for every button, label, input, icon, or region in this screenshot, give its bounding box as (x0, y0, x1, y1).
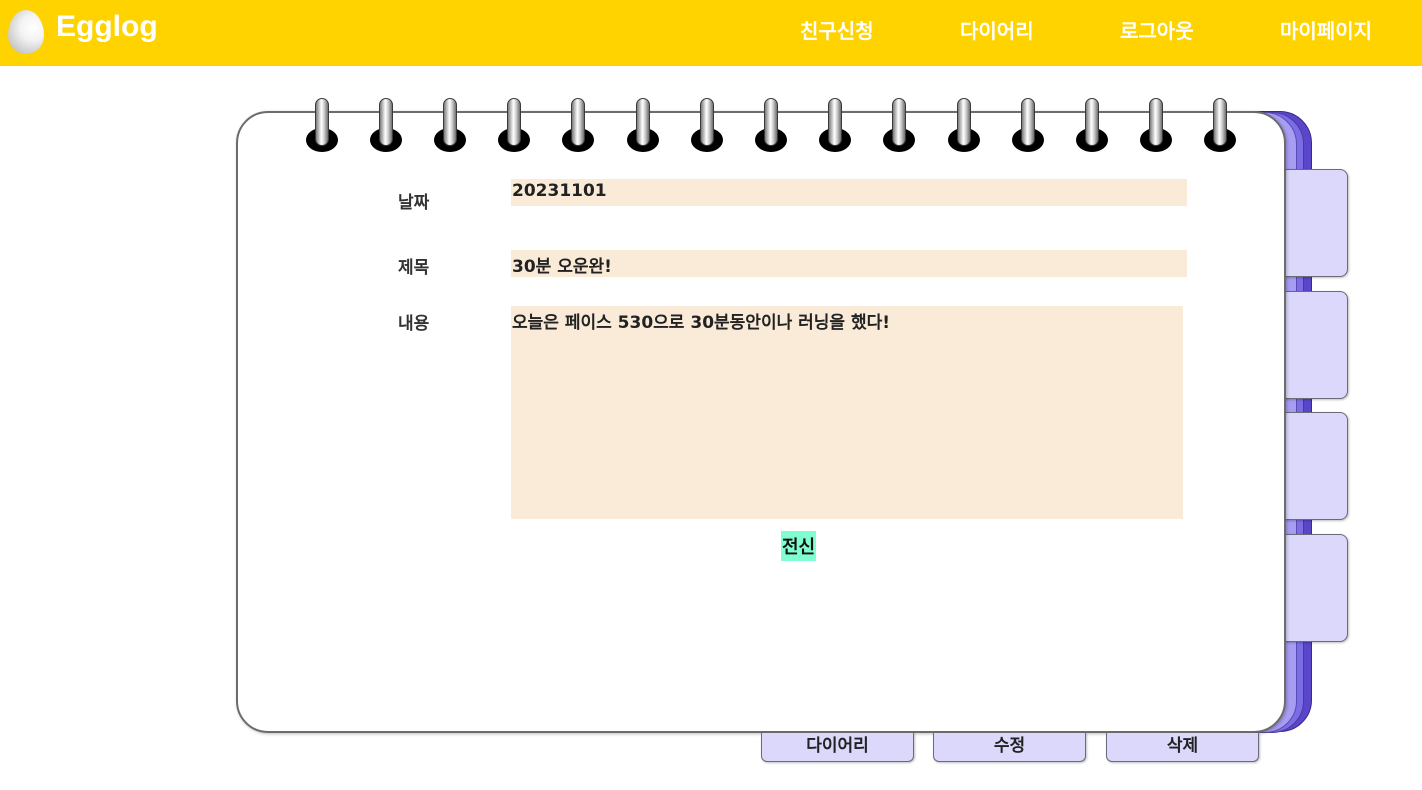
date-field[interactable]: 20231101 (511, 179, 1187, 206)
spiral-ring-icon (626, 98, 660, 160)
spiral-ring-icon (1203, 98, 1237, 160)
notebook-side-tab[interactable] (1280, 291, 1348, 399)
spiral-ring-icon (561, 98, 595, 160)
nav-logout[interactable]: 로그아웃 (1120, 15, 1194, 44)
spiral-ring-icon (1011, 98, 1045, 160)
diary-button[interactable]: 다이어리 (761, 733, 914, 762)
spiral-ring-icon (754, 98, 788, 160)
spiral-ring-icon (947, 98, 981, 160)
spiral-ring-icon (369, 98, 403, 160)
notebook-side-tab[interactable] (1280, 534, 1348, 642)
spiral-ring-icon (1139, 98, 1173, 160)
spiral-ring-icon (497, 98, 531, 160)
spiral-ring-icon (305, 98, 339, 160)
spiral-ring-icon (690, 98, 724, 160)
body-part-tag: 전신 (781, 531, 817, 561)
spiral-ring-icon (1075, 98, 1109, 160)
content-label: 내용 (398, 314, 430, 334)
title-field[interactable]: 30분 오운완! (511, 250, 1187, 277)
egg-icon[interactable] (8, 10, 44, 54)
spiral-ring-icon (433, 98, 467, 160)
nav-friend-request[interactable]: 친구신청 (800, 15, 874, 44)
brand-logo[interactable]: Egglog (56, 10, 158, 44)
delete-button[interactable]: 삭제 (1106, 733, 1259, 762)
date-label: 날짜 (398, 193, 430, 213)
nav-diary[interactable]: 다이어리 (960, 15, 1034, 44)
notebook-side-tab[interactable] (1280, 412, 1348, 520)
top-navbar: Egglog 친구신청 다이어리 로그아웃 마이페이지 (0, 0, 1422, 66)
title-label: 제목 (398, 258, 430, 278)
edit-button[interactable]: 수정 (933, 733, 1086, 762)
nav-mypage[interactable]: 마이페이지 (1280, 15, 1372, 44)
spiral-ring-icon (818, 98, 852, 160)
content-field[interactable]: 오늘은 페이스 530으로 30분동안이나 러닝을 했다! (511, 306, 1183, 519)
notebook-side-tab[interactable] (1280, 169, 1348, 277)
spiral-ring-icon (882, 98, 916, 160)
